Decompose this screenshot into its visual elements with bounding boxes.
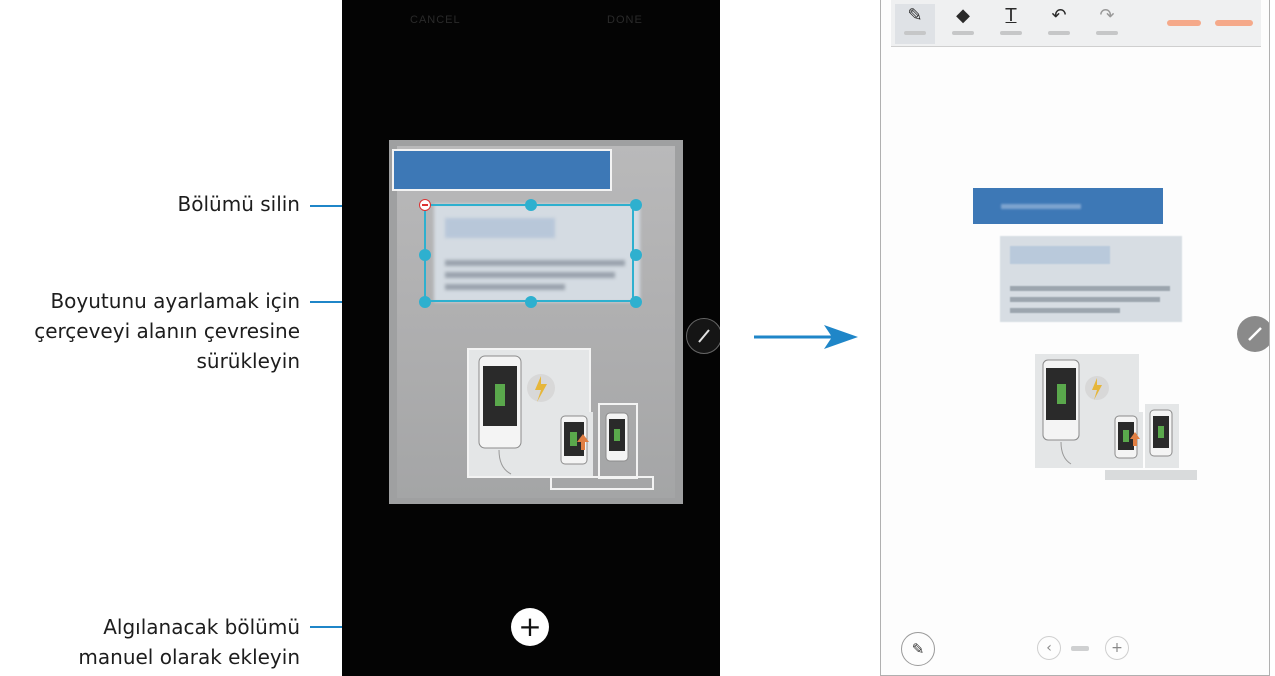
callout-delete-section: Bölümü silin — [178, 189, 300, 219]
resize-handle-bottom-right[interactable] — [630, 296, 642, 308]
undo-icon: ↶ — [1051, 5, 1067, 26]
document-image — [392, 146, 675, 498]
captured-document — [389, 140, 683, 504]
save-action-button[interactable] — [1215, 20, 1253, 26]
resize-handle-right[interactable] — [630, 249, 642, 261]
edit-toolbar: ✎ ◆ T ↶ ↷ — [891, 0, 1261, 47]
add-section-button[interactable]: + — [511, 608, 549, 646]
pen-star-icon[interactable]: ✎ — [901, 632, 935, 666]
header-banner-image — [973, 188, 1163, 224]
resize-handle-bottom[interactable] — [525, 296, 537, 308]
redo-button[interactable]: ↷ — [1087, 4, 1127, 44]
resize-handle-top-right[interactable] — [630, 199, 642, 211]
cancel-button[interactable]: CANCEL — [410, 14, 461, 26]
callout-add-line2: manuel olarak ekleyin — [78, 645, 300, 669]
undo-button[interactable]: ↶ — [1039, 4, 1079, 44]
result-screen: ✎ ◆ T ↶ ↷ ✎ ‹ + — [880, 0, 1270, 676]
chevron-left-icon: ‹ — [1046, 640, 1052, 656]
plus-icon: + — [518, 610, 542, 643]
pen-icon: ✎ — [907, 5, 923, 26]
minus-circle-icon[interactable] — [419, 199, 431, 211]
pencil-icon[interactable] — [686, 318, 720, 354]
page-indicator — [1071, 646, 1089, 651]
arrow-right-icon — [752, 323, 860, 353]
callout-resize-line2: çerçeveyi alanın çevresine — [34, 319, 300, 343]
text-block-image — [1000, 236, 1182, 322]
prev-page-button[interactable]: ‹ — [1037, 636, 1061, 660]
callout-add-line1: Algılanacak bölümü — [103, 615, 300, 639]
text-tool-button[interactable]: T — [991, 4, 1031, 44]
capture-screen: CANCEL DONE + — [342, 0, 720, 676]
detected-region-caption[interactable] — [550, 476, 654, 490]
resize-handle-bottom-left[interactable] — [419, 296, 431, 308]
plus-icon: + — [1111, 640, 1123, 656]
callout-add-manual: Algılanacak bölümü manuel olarak ekleyin — [78, 612, 300, 672]
cancel-action-button[interactable] — [1167, 20, 1201, 26]
callout-delete-text: Bölümü silin — [177, 192, 300, 216]
page-navigator: ‹ + — [1037, 636, 1129, 662]
eraser-icon: ◆ — [956, 5, 970, 26]
active-selection-frame[interactable] — [424, 204, 634, 302]
callout-resize-line3: sürükleyin — [196, 349, 300, 373]
phone-small-image — [1145, 404, 1179, 468]
eraser-tool-button[interactable]: ◆ — [943, 4, 983, 44]
redo-icon: ↷ — [1099, 5, 1115, 26]
detected-region-header[interactable] — [392, 149, 612, 191]
resize-handle-top[interactable] — [525, 199, 537, 211]
phone-small-image — [557, 412, 593, 476]
caption-image — [1105, 470, 1197, 480]
detected-region-small-phone[interactable] — [598, 403, 638, 479]
callout-resize-line1: Boyutunu ayarlamak için — [50, 289, 300, 313]
resize-handle-left[interactable] — [419, 249, 431, 261]
add-page-button[interactable]: + — [1105, 636, 1129, 660]
text-icon: T — [1005, 5, 1017, 26]
pencil-icon[interactable] — [1237, 316, 1269, 352]
callout-resize: Boyutunu ayarlamak için çerçeveyi alanın… — [34, 286, 300, 376]
phone-small-image — [1111, 412, 1143, 468]
done-button[interactable]: DONE — [607, 14, 643, 26]
pen-tool-button[interactable]: ✎ — [895, 4, 935, 44]
